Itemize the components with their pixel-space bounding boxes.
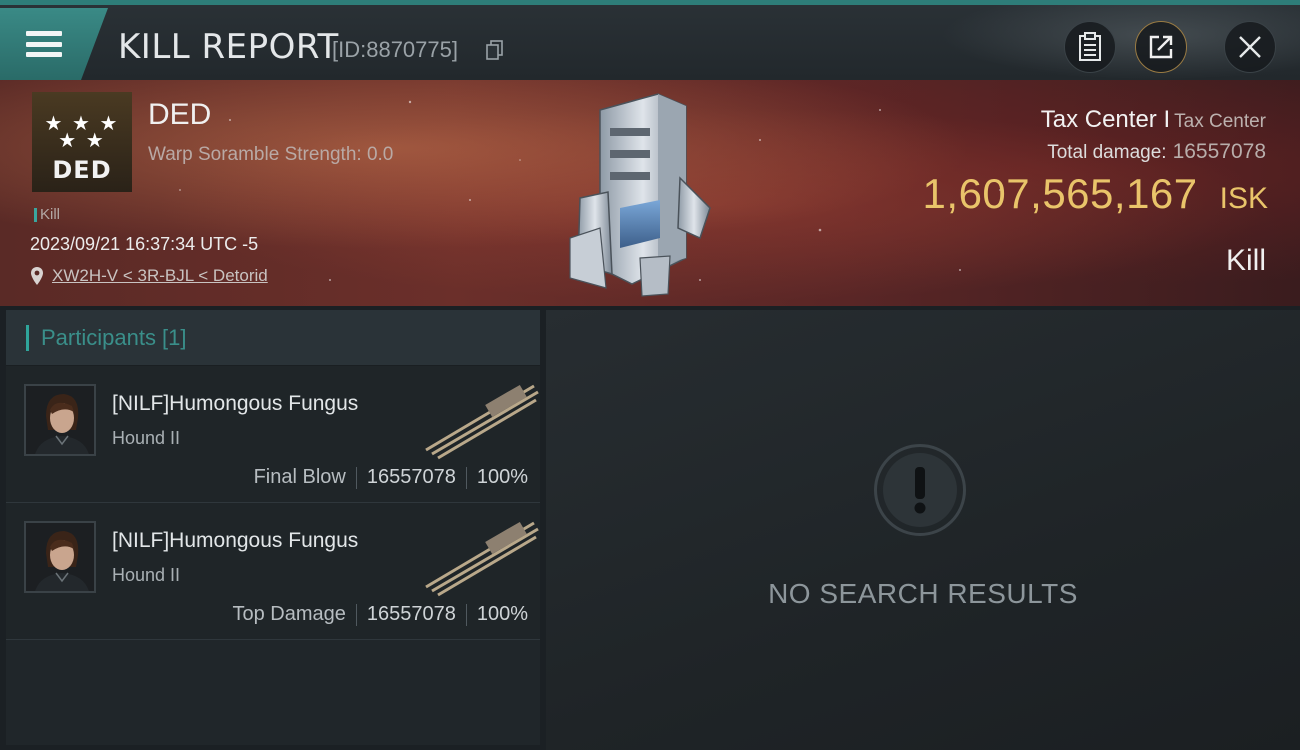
pilot-ship: Hound II — [112, 428, 181, 448]
target-name: Tax Center I — [1040, 106, 1171, 133]
results-panel: NO SEARCH RESULTS — [546, 310, 1300, 750]
structure-image — [569, 93, 711, 297]
alert-icon — [874, 444, 966, 536]
ded-logo: ★ ★ ★ ★ ★ DED — [32, 92, 132, 192]
participant-damage: 16557078 — [366, 466, 456, 488]
total-damage-value: 16557078 — [1172, 140, 1266, 163]
participant-stats: Final Blow 16557078 100% — [254, 466, 528, 489]
stat-divider — [355, 466, 357, 489]
kill-banner: ★ ★ ★ ★ ★ DED DED Warp Soramble Strength… — [0, 80, 1300, 306]
participants-header: Participants [1] — [6, 310, 540, 366]
logo-stars: ★ ★ ★ ★ ★ — [44, 113, 120, 152]
participants-panel: Participants [1] [NILF]Humongous Fungus … — [6, 310, 540, 745]
location-pin-icon — [31, 267, 43, 285]
stat-divider — [465, 603, 467, 626]
participant-percent: 100% — [476, 466, 528, 488]
share-button[interactable] — [1135, 21, 1187, 73]
pilot-portrait-icon — [26, 386, 94, 454]
warp-scramble-strength: Warp Soramble Strength: 0.0 — [148, 144, 394, 165]
share-icon — [1149, 35, 1173, 59]
participant-stats: Top Damage 16557078 100% — [232, 603, 528, 626]
result-label: Kill — [1225, 244, 1266, 277]
pilot-avatar — [24, 521, 96, 593]
exclamation-icon — [914, 467, 926, 514]
pilot-name: [NILF]Humongous Fungus — [112, 392, 359, 415]
pilot-portrait-icon — [26, 523, 94, 591]
location-link[interactable]: XW2H-V < 3R-BJL < Detorid — [30, 266, 268, 286]
top-bar: KILL REPORT [ID:8870775] — [0, 0, 1300, 80]
logo-text: DED — [52, 156, 112, 184]
participant-role: Top Damage — [232, 603, 346, 625]
pilot-ship: Hound II — [112, 565, 181, 585]
participant-row[interactable]: [NILF]Humongous Fungus Hound II Top Dama… — [6, 503, 540, 640]
target-structure-name: Tax Center I Tax Center — [1041, 106, 1266, 134]
stat-divider — [465, 466, 467, 489]
hamburger-icon — [26, 31, 62, 57]
stat-divider — [355, 603, 357, 626]
kill-tag-label: Kill — [40, 206, 61, 223]
clipboard-icon — [1079, 32, 1101, 61]
clipboard-button[interactable] — [1064, 21, 1116, 73]
weapon-icon — [425, 521, 539, 597]
copy-icon[interactable] — [486, 40, 504, 60]
pilot-avatar — [24, 384, 96, 456]
header-accent-bar — [26, 324, 29, 351]
participant-damage: 16557078 — [366, 603, 456, 625]
target-type: Tax Center — [1174, 111, 1266, 132]
total-damage-label: Total damage: — [1047, 142, 1167, 163]
location-text: XW2H-V < 3R-BJL < Detorid — [52, 266, 268, 285]
tag-accent-bar — [34, 207, 37, 222]
report-id: [ID:8870775] — [332, 37, 458, 62]
victim-name: DED — [148, 98, 212, 131]
close-icon — [1239, 36, 1261, 58]
isk-unit: ISK — [1219, 182, 1268, 215]
participant-row[interactable]: [NILF]Humongous Fungus Hound II Final Bl… — [6, 366, 540, 503]
isk-value: 1,607,565,167 — [922, 170, 1198, 217]
close-button[interactable] — [1224, 21, 1276, 73]
participant-percent: 100% — [476, 603, 528, 625]
participant-role: Final Blow — [253, 466, 346, 488]
pilot-name: [NILF]Humongous Fungus — [112, 529, 359, 552]
menu-button[interactable] — [0, 8, 108, 80]
page-title: KILL REPORT — [118, 27, 339, 67]
participants-title: Participants [1] — [41, 324, 187, 350]
kill-datetime: 2023/09/21 16:37:34 UTC -5 — [30, 234, 259, 254]
kill-tag: Kill — [34, 206, 60, 223]
weapon-icon — [425, 384, 539, 460]
isk-value-row: 1,607,565,167 ISK — [923, 170, 1268, 218]
no-results-text: NO SEARCH RESULTS — [768, 578, 1078, 609]
total-damage: Total damage: 16557078 — [1047, 140, 1266, 164]
